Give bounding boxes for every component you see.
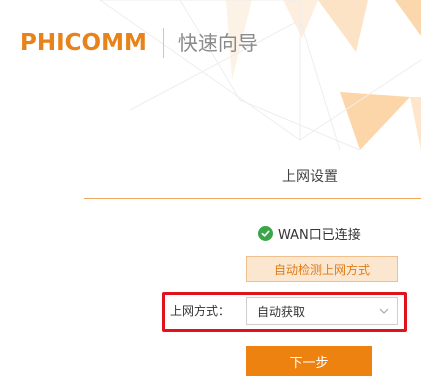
section-divider [84, 198, 421, 199]
phicomm-logo: PHICOMM [20, 29, 147, 56]
wan-status-text: WAN口已连接 [278, 228, 361, 243]
next-step-button[interactable]: 下一步 [246, 346, 372, 376]
check-circle-icon [258, 226, 273, 241]
wizard-title: 快速向导 [177, 31, 258, 55]
header-divider [162, 28, 164, 58]
connection-method-select[interactable]: 自动获取 [246, 297, 398, 325]
auto-detect-button[interactable]: 自动检测上网方式 [246, 256, 398, 282]
wan-status: WAN口已连接 [258, 224, 361, 243]
chevron-down-icon [379, 308, 389, 314]
section-title: 上网设置 [282, 169, 338, 185]
header: PHICOMM 快速向导 [20, 26, 258, 60]
connection-method-label: 上网方式： [170, 304, 231, 318]
connection-method-value: 自动获取 [257, 304, 306, 319]
setup-wizard-page: PHICOMM 快速向导 上网设置 WAN口已连接 自动检测上网方式 上网方式：… [0, 0, 421, 381]
